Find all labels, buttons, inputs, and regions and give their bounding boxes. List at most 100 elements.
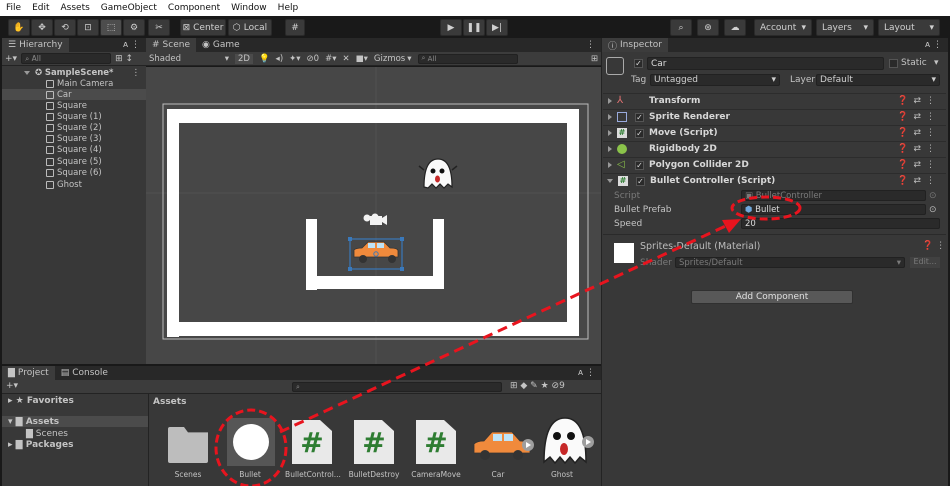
custom-tool-icon[interactable]: ✂ bbox=[148, 19, 170, 36]
collab-icon[interactable]: ⊛ bbox=[697, 19, 719, 36]
tools-icon[interactable]: ✕ bbox=[342, 54, 349, 64]
transform-tool-icon[interactable]: ⚙ bbox=[123, 19, 145, 36]
ghost-asset-icon[interactable] bbox=[538, 414, 596, 466]
pivot-center-button[interactable]: ⊠ Center bbox=[180, 19, 226, 36]
material-menu-icons[interactable]: ❓ ⋮ bbox=[922, 241, 945, 251]
hierarchy-item-main-camera[interactable]: Main Camera bbox=[46, 78, 146, 89]
chevron-down-icon[interactable]: ▾ bbox=[934, 58, 939, 68]
play-button[interactable]: ▶ bbox=[440, 19, 462, 36]
add-icon[interactable]: +▾ bbox=[5, 54, 17, 64]
camera-gizmo-icon[interactable] bbox=[363, 213, 388, 226]
component-menu-icons[interactable]: ❓⇄⋮ bbox=[897, 144, 940, 154]
maximize-icon[interactable]: ⊞ bbox=[591, 54, 598, 64]
static-checkbox[interactable] bbox=[889, 59, 898, 68]
menu-gameobject[interactable]: GameObject bbox=[101, 3, 157, 13]
active-checkbox[interactable]: ✓ bbox=[634, 59, 643, 68]
assets-node[interactable]: ▾ ▇ Assets bbox=[8, 417, 59, 427]
rotate-tool-icon[interactable]: ⟲ bbox=[54, 19, 76, 36]
hand-tool-icon[interactable]: ✋ bbox=[8, 19, 30, 36]
lock-icon[interactable]: ᴀ ⋮ bbox=[572, 366, 601, 380]
component-enabled-checkbox[interactable]: ✓ bbox=[635, 128, 644, 138]
component-menu-icons[interactable]: ❓⇄⋮ bbox=[897, 128, 940, 138]
search-icon[interactable]: ⌕ bbox=[670, 19, 692, 36]
hierarchy-item-square-1[interactable]: Square (1) bbox=[46, 111, 146, 122]
step-button[interactable]: ▶| bbox=[486, 19, 508, 36]
layers-dropdown[interactable]: Layers ▾ bbox=[816, 19, 874, 36]
filter-icon[interactable]: ⊞ ↕ bbox=[115, 54, 133, 64]
pivot-local-button[interactable]: ⬡ Local bbox=[228, 19, 272, 36]
component-move-script[interactable]: # ✓ Move (Script) ❓⇄⋮ bbox=[603, 125, 946, 140]
hierarchy-item-square-2[interactable]: Square (2) bbox=[46, 122, 146, 133]
move-tool-icon[interactable]: ✥ bbox=[31, 19, 53, 36]
component-menu-icons[interactable]: ❓⇄⋮ bbox=[897, 96, 940, 106]
shader-edit-button[interactable]: Edit... bbox=[910, 257, 940, 268]
shader-dropdown[interactable]: Sprites/Default ▾ bbox=[675, 257, 905, 268]
object-picker-icon[interactable]: ⊙ bbox=[929, 191, 937, 201]
layout-dropdown[interactable]: Layout ▾ bbox=[878, 19, 940, 36]
lock-icon[interactable]: ᴀ ⋮ bbox=[919, 38, 948, 52]
wall-inner-right[interactable] bbox=[433, 219, 444, 284]
camera-icon[interactable]: ■▾ bbox=[356, 54, 368, 64]
add-component-button[interactable]: Add Component bbox=[691, 290, 853, 304]
add-icon[interactable]: +▾ bbox=[6, 381, 18, 391]
car-asset-icon[interactable] bbox=[470, 425, 534, 463]
component-enabled-checkbox[interactable]: ✓ bbox=[635, 160, 644, 170]
scenes-node[interactable]: ▇ Scenes bbox=[26, 429, 68, 439]
script-asset-icon[interactable]: # bbox=[354, 420, 394, 464]
pause-button[interactable]: ❚❚ bbox=[463, 19, 485, 36]
scene-search-input[interactable]: ⌕ All bbox=[417, 53, 518, 64]
object-picker-icon[interactable]: ⊙ bbox=[929, 205, 937, 215]
object-name-input[interactable]: Car bbox=[647, 57, 884, 70]
script-asset-icon[interactable]: # bbox=[292, 420, 332, 464]
scene-view[interactable] bbox=[146, 67, 601, 364]
component-sprite-renderer[interactable]: ✓ Sprite Renderer ❓⇄⋮ bbox=[603, 109, 946, 124]
menu-help[interactable]: Help bbox=[278, 3, 299, 13]
lighting-icon[interactable]: 💡 bbox=[259, 54, 270, 64]
wall-top[interactable] bbox=[167, 109, 579, 123]
layer-dropdown[interactable]: Default ▾ bbox=[816, 74, 940, 86]
scale-tool-icon[interactable]: ⊡ bbox=[77, 19, 99, 36]
project-search-input[interactable]: ⌕ bbox=[292, 382, 502, 392]
component-transform[interactable]: ⅄ Transform ❓⇄⋮ bbox=[603, 93, 946, 108]
audio-icon[interactable]: ◂) bbox=[276, 54, 284, 64]
component-enabled-checkbox[interactable]: ✓ bbox=[636, 176, 645, 186]
hierarchy-item-square-3[interactable]: Square (3) bbox=[46, 133, 146, 144]
hierarchy-item-square-5[interactable]: Square (5) bbox=[46, 156, 146, 167]
hierarchy-item-square-4[interactable]: Square (4) bbox=[46, 144, 146, 155]
more-icon[interactable]: ⋮ bbox=[580, 38, 601, 52]
toggle-2d-button[interactable]: 2D bbox=[235, 53, 253, 64]
component-menu-icons[interactable]: ❓⇄⋮ bbox=[897, 112, 940, 122]
packages-node[interactable]: ▸ ▇ Packages bbox=[8, 440, 73, 450]
lock-icon[interactable]: ᴀ ⋮ bbox=[117, 38, 146, 52]
tag-dropdown[interactable]: Untagged ▾ bbox=[650, 74, 780, 86]
wall-bottom[interactable] bbox=[167, 322, 579, 336]
more-icon[interactable]: ⋮ bbox=[132, 68, 141, 78]
menu-window[interactable]: Window bbox=[231, 3, 267, 13]
rect-tool-icon[interactable]: ⬚ bbox=[100, 19, 122, 36]
bullet-asset-tile[interactable] bbox=[227, 418, 275, 466]
tab-hierarchy[interactable]: ☰ Hierarchy bbox=[2, 38, 69, 52]
shading-dropdown[interactable]: Shaded ▾ bbox=[149, 54, 229, 64]
hidden-objects-icon[interactable]: ⊘0 bbox=[307, 54, 320, 64]
hierarchy-item-square-6[interactable]: Square (6) bbox=[46, 167, 146, 178]
gizmos-dropdown[interactable]: Gizmos ▾ bbox=[374, 54, 412, 64]
wall-inner-bottom[interactable] bbox=[316, 276, 444, 289]
hierarchy-item-ghost[interactable]: Ghost bbox=[46, 179, 146, 190]
grid-snap-icon[interactable]: # bbox=[285, 19, 305, 36]
hierarchy-search-input[interactable]: ⌕ All bbox=[21, 53, 112, 64]
ghost-sprite[interactable] bbox=[418, 158, 458, 189]
effects-icon[interactable]: ✦▾ bbox=[289, 54, 300, 64]
hierarchy-item-square[interactable]: Square bbox=[46, 100, 146, 111]
menu-component[interactable]: Component bbox=[168, 3, 220, 13]
wall-inner-left[interactable] bbox=[306, 219, 317, 290]
tab-scene[interactable]: # Scene bbox=[146, 38, 196, 52]
account-dropdown[interactable]: Account ▾ bbox=[754, 19, 812, 36]
component-rigidbody-2d[interactable]: Rigidbody 2D ❓⇄⋮ bbox=[603, 141, 946, 156]
menu-assets[interactable]: Assets bbox=[61, 3, 90, 13]
bullet-prefab-field[interactable]: ⬢ Bullet bbox=[741, 204, 926, 215]
grid-toggle-icon[interactable]: #▾ bbox=[325, 54, 336, 64]
menu-file[interactable]: File bbox=[6, 3, 21, 13]
component-polygon-collider-2d[interactable]: ◁ ✓ Polygon Collider 2D ❓⇄⋮ bbox=[603, 157, 946, 172]
hierarchy-item-car[interactable]: Car bbox=[2, 89, 146, 100]
component-menu-icons[interactable]: ❓⇄⋮ bbox=[897, 160, 940, 170]
